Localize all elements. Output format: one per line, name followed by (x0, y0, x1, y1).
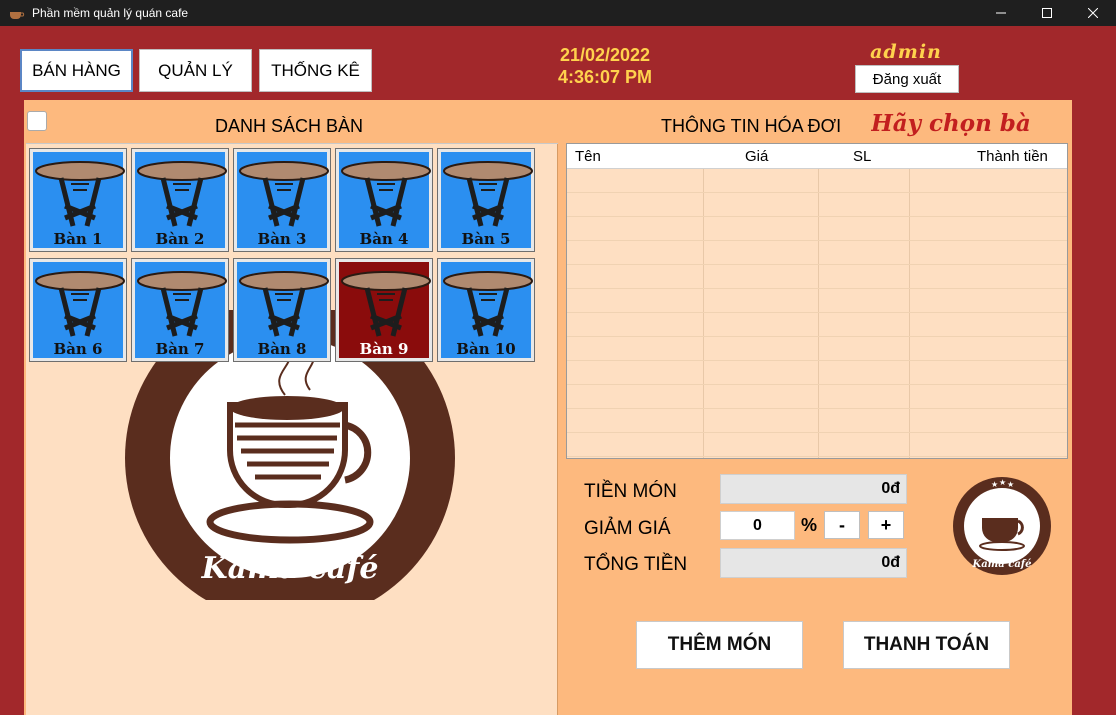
table-icon (137, 271, 227, 337)
current-time: 4:36:07 PM (557, 67, 653, 87)
table-label: Bàn 7 (155, 340, 205, 358)
invoice-grid[interactable]: Tên Giá SL Thành tiền (566, 143, 1068, 459)
invoice-section-title: THÔNG TIN HÓA ĐƠI (661, 116, 842, 136)
svg-text:★: ★ (1007, 480, 1014, 489)
username-label: admin (870, 41, 942, 63)
grid-row-line (567, 264, 1067, 265)
small-logo-text: Kama café (972, 559, 1032, 570)
table-label: Bàn 9 (359, 340, 409, 358)
table-button-8[interactable]: Bàn 8 (233, 258, 331, 362)
table-icon (35, 161, 125, 227)
table-label: Bàn 1 (53, 230, 103, 248)
current-date: 21/02/2022 (559, 45, 651, 65)
stats-tab-button[interactable]: THỐNG KÊ (259, 49, 372, 92)
table-icon (443, 271, 533, 337)
grid-row-line (567, 192, 1067, 193)
window-title: Phần mềm quản lý quán cafe (32, 6, 189, 20)
table-icon (341, 271, 431, 337)
close-button[interactable] (1070, 0, 1116, 26)
manage-tab-button[interactable]: QUẢN LÝ (139, 49, 252, 92)
table-button-7[interactable]: Bàn 7 (131, 258, 229, 362)
maximize-icon (1042, 8, 1052, 18)
table-label: Bàn 5 (461, 230, 511, 248)
subtotal-value: 0đ (720, 474, 907, 504)
logo-text: Kama café (201, 551, 379, 586)
add-item-button[interactable]: THÊM MÓN (636, 621, 803, 669)
table-label: Bàn 10 (456, 340, 516, 358)
select-table-hint: Hãy chọn bà (871, 110, 1031, 137)
coffee-app-icon (10, 12, 25, 19)
table-icon (137, 161, 227, 227)
column-header-qty[interactable]: SL (853, 144, 871, 169)
table-label: Bàn 3 (257, 230, 307, 248)
svg-text:★: ★ (991, 480, 998, 489)
table-button-10[interactable]: Bàn 10 (437, 258, 535, 362)
grid-row-line (567, 360, 1067, 361)
table-tile: Bàn 1 (33, 152, 125, 248)
table-tile: Bàn 10 (441, 262, 533, 358)
table-tile: Bàn 9 (339, 262, 431, 358)
column-header-amount[interactable]: Thành tiền (977, 144, 1048, 169)
table-tile: Bàn 8 (237, 262, 329, 358)
table-icon (35, 271, 125, 337)
table-button-9[interactable]: Bàn 9 (335, 258, 433, 362)
tables-section-title: DANH SÁCH BÀN (215, 116, 364, 136)
grid-row-line (567, 408, 1067, 409)
grid-row-line (567, 456, 1067, 457)
table-tile: Bàn 5 (441, 152, 533, 248)
table-button-6[interactable]: Bàn 6 (29, 258, 127, 362)
table-label: Bàn 4 (359, 230, 409, 248)
checkout-button[interactable]: THANH TOÁN (843, 621, 1010, 669)
discount-label: GIẢM GIÁ (584, 518, 671, 539)
table-icon (239, 161, 329, 227)
minimize-button[interactable] (978, 0, 1024, 26)
table-icon (443, 161, 533, 227)
invoice-grid-header: Tên Giá SL Thành tiền (567, 144, 1067, 169)
table-button-3[interactable]: Bàn 3 (233, 148, 331, 252)
table-label: Bàn 8 (257, 340, 307, 358)
grid-row-line (567, 312, 1067, 313)
table-label: Bàn 2 (155, 230, 205, 248)
grid-row-line (567, 384, 1067, 385)
maximize-button[interactable] (1024, 0, 1070, 26)
total-value: 0đ (720, 548, 907, 578)
grid-row-line (567, 336, 1067, 337)
percent-sign: % (801, 515, 818, 535)
grid-row-line (567, 240, 1067, 241)
table-tile: Bàn 7 (135, 262, 227, 358)
grid-row-line (567, 288, 1067, 289)
svg-text:★: ★ (999, 478, 1006, 487)
discount-input[interactable]: 0 (720, 511, 795, 540)
discount-increase-button[interactable]: + (868, 511, 904, 539)
table-button-1[interactable]: Bàn 1 (29, 148, 127, 252)
table-button-4[interactable]: Bàn 4 (335, 148, 433, 252)
close-icon (1088, 8, 1098, 18)
title-bar: Phần mềm quản lý quán cafe (0, 0, 1116, 26)
table-button-2[interactable]: Bàn 2 (131, 148, 229, 252)
column-header-price[interactable]: Giá (745, 144, 768, 169)
subtotal-label: TIỀN MÓN (584, 481, 677, 502)
clock: 21/02/2022 4:36:07 PM (540, 44, 670, 88)
kama-cafe-small-logo: ★ ★ ★ Kama café (953, 477, 1051, 575)
column-header-name[interactable]: Tên (575, 144, 601, 169)
table-tile: Bàn 6 (33, 262, 125, 358)
grid-row-line (567, 432, 1067, 433)
table-label: Bàn 6 (53, 340, 103, 358)
logout-button[interactable]: Đăng xuất (855, 65, 959, 93)
sales-tab-button[interactable]: BÁN HÀNG (20, 49, 133, 92)
divider (26, 143, 558, 144)
table-icon (239, 271, 329, 337)
grid-row-line (567, 216, 1067, 217)
discount-decrease-button[interactable]: - (824, 511, 860, 539)
select-checkbox[interactable] (27, 111, 47, 131)
minimize-icon (996, 12, 1006, 14)
table-icon (341, 161, 431, 227)
table-tile: Bàn 4 (339, 152, 431, 248)
table-tile: Bàn 3 (237, 152, 329, 248)
table-button-5[interactable]: Bàn 5 (437, 148, 535, 252)
table-tile: Bàn 2 (135, 152, 227, 248)
total-label: TỔNG TIỀN (584, 554, 688, 575)
